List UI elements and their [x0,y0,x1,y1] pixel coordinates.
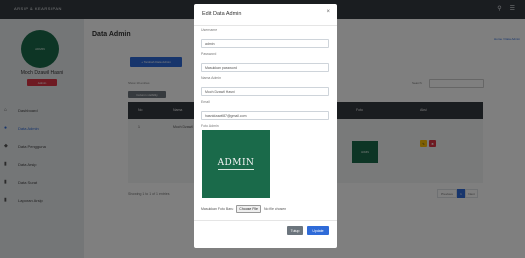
password-label: Password [201,52,217,56]
password-field[interactable]: Masukkan password [201,63,329,72]
admin-photo-preview: ADMIN [202,130,270,198]
close-button[interactable]: Tutup [287,226,303,235]
username-label: Username [201,28,218,32]
update-button[interactable]: Update [307,226,329,235]
modal-title: Edit Data Admin [202,11,242,17]
file-status: No file chosen [263,207,287,211]
modal-header: Edit Data Admin × [194,4,337,26]
admin-name-field[interactable]: Moch Dzawil Hasni [201,87,329,96]
email-label: Email [201,100,210,104]
file-input-row: Masukkan Foto Baru Choose File No file c… [201,205,286,213]
modal-footer-divider [194,220,337,221]
photo-label: Foto Admin [201,124,219,128]
choose-file-button[interactable]: Choose File [236,205,261,213]
edit-admin-modal: Edit Data Admin × Username admin Passwor… [194,4,337,248]
file-input-label: Masukkan Foto Baru [201,207,234,211]
email-field[interactable]: hasnidzawil87@gmail.com [201,111,329,120]
photo-preview-text: ADMIN [217,158,255,170]
admin-name-label: Nama Admin [201,76,222,80]
close-icon[interactable]: × [326,9,330,15]
username-field[interactable]: admin [201,39,329,48]
